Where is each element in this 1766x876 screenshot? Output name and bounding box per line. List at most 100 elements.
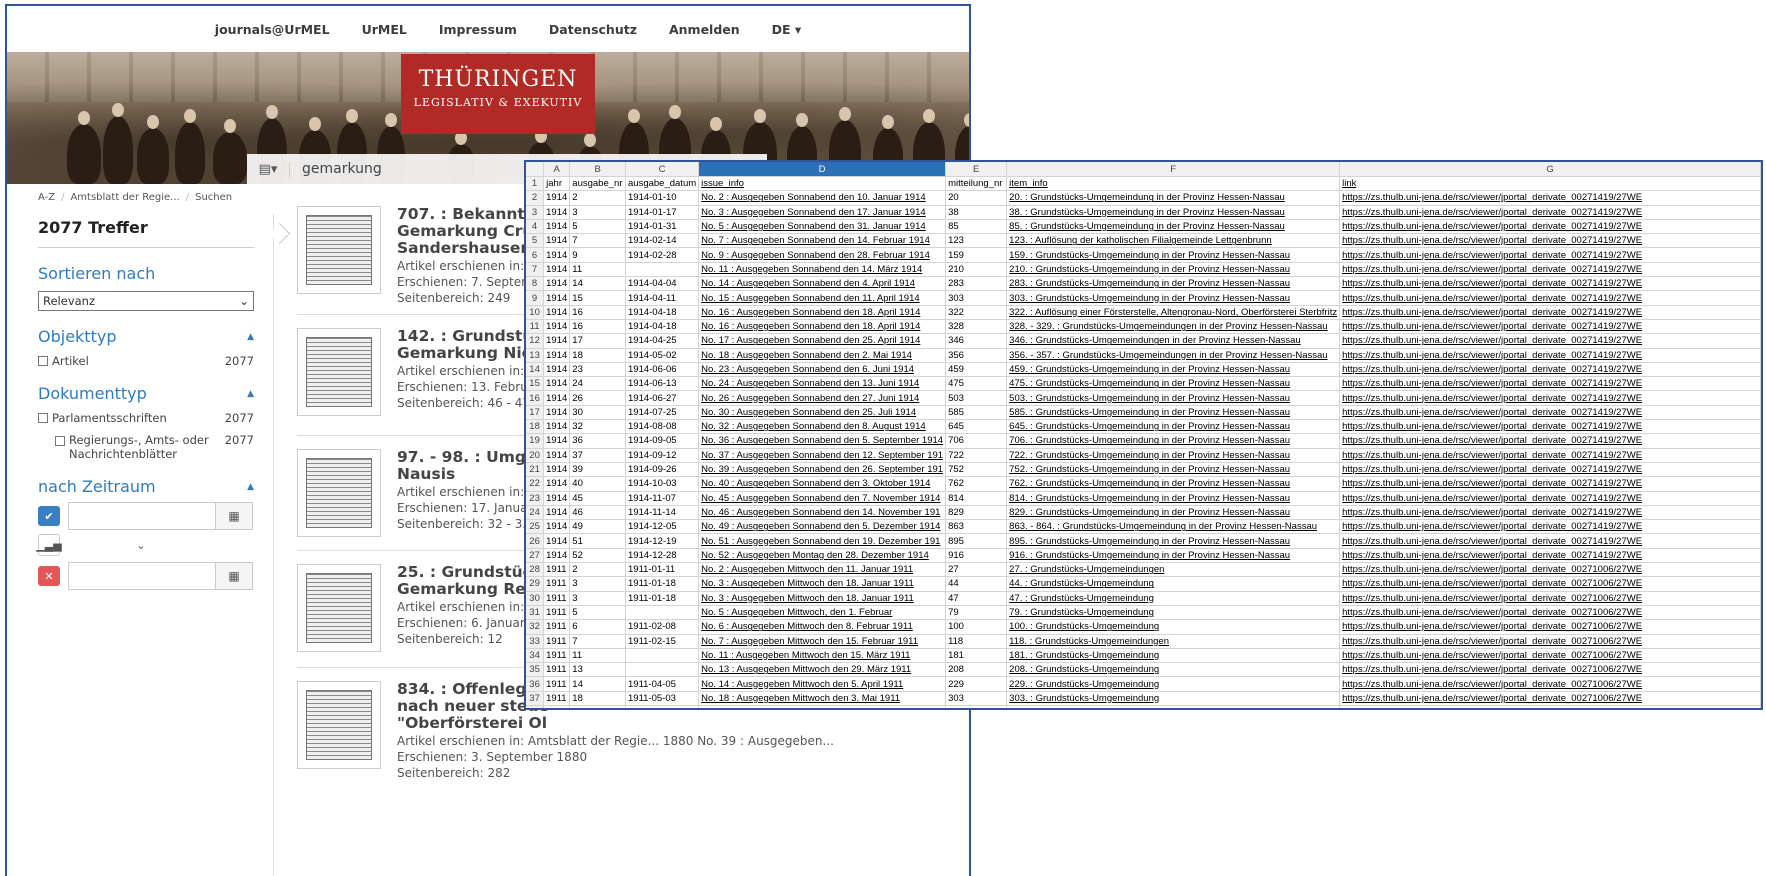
search-type-select[interactable]: ▤▾: [247, 161, 290, 177]
cell-a[interactable]: 1911: [543, 605, 571, 621]
cell-e[interactable]: 328: [945, 319, 1008, 335]
cell-e[interactable]: 20: [945, 190, 1008, 206]
row-header[interactable]: 25: [526, 519, 545, 535]
cell-f[interactable]: 895. : Grundstücks-Umgemeindung in der P…: [1006, 533, 1341, 549]
row-header[interactable]: 23: [526, 491, 545, 506]
facet-item-parlamentsschriften[interactable]: Parlamentsschriften 2077: [38, 411, 254, 425]
cell-d[interactable]: No. 11 : Ausgegeben Sonnabend den 14. Mä…: [698, 262, 947, 278]
cell-e[interactable]: 85: [945, 219, 1008, 235]
row-header[interactable]: 4: [526, 219, 545, 235]
cell-a[interactable]: 1914: [543, 491, 571, 506]
facet-dokumenttyp-title[interactable]: Dokumenttyp ▲: [38, 384, 254, 403]
apply-date-button[interactable]: ✔: [38, 506, 60, 526]
cell-e[interactable]: 706: [945, 433, 1008, 449]
cell-b[interactable]: 5: [569, 219, 626, 235]
cell-b[interactable]: 15: [569, 290, 626, 306]
collapse-icon[interactable]: ▲: [247, 389, 254, 399]
row-header[interactable]: 24: [526, 505, 545, 521]
cell-f[interactable]: 585. : Grundstücks-Umgemeindung in der P…: [1006, 405, 1341, 421]
cell-e[interactable]: 47: [945, 591, 1008, 606]
cell-b[interactable]: 52: [569, 548, 626, 564]
cell-e[interactable]: 762: [945, 476, 1008, 492]
sort-select[interactable]: Relevanz ⌄: [38, 291, 254, 311]
cell-f[interactable]: 645. : Grundstücks-Umgemeindung in der P…: [1006, 419, 1341, 435]
cell-f[interactable]: 208. : Grundstücks-Umgemeindung: [1006, 662, 1341, 678]
nav-item-anmelden[interactable]: Anmelden: [669, 22, 740, 37]
cell-f[interactable]: 475. : Grundstücks-Umgemeindung in der P…: [1006, 376, 1341, 392]
cell-e[interactable]: 459: [945, 362, 1008, 378]
cell-e[interactable]: 123: [945, 233, 1008, 249]
cell-c[interactable]: 1914-09-12: [625, 448, 700, 463]
row-header[interactable]: 26: [526, 533, 545, 549]
cell-c[interactable]: 1911-01-11: [625, 562, 700, 578]
cell-c[interactable]: [625, 605, 700, 621]
cell-b[interactable]: 7: [569, 634, 626, 649]
cell-c[interactable]: 1914-04-04: [625, 276, 700, 292]
cell-a[interactable]: 1914: [543, 476, 571, 492]
cell-g[interactable]: https://zs.thulb.uni-jena.de/rsc/viewer/…: [1339, 591, 1761, 606]
row-header[interactable]: 36: [526, 676, 545, 692]
cell-d[interactable]: No. 51 : Ausgegeben Sonnabend den 19. De…: [698, 533, 947, 549]
cell-g[interactable]: https://zs.thulb.uni-jena.de/rsc/viewer/…: [1339, 519, 1761, 535]
cell-g[interactable]: https://zs.thulb.uni-jena.de/rsc/viewer/…: [1339, 576, 1761, 592]
cell-g[interactable]: https://zs.thulb.uni-jena.de/rsc/viewer/…: [1339, 691, 1761, 706]
cell-a[interactable]: 1914: [543, 462, 571, 478]
cell-c[interactable]: ausgabe_datum: [625, 176, 700, 192]
row-header[interactable]: 22: [526, 476, 545, 492]
cell-f[interactable]: 503. : Grundstücks-Umgemeindung in der P…: [1006, 390, 1341, 406]
row-header[interactable]: 34: [526, 648, 545, 664]
cell-b[interactable]: 11: [569, 262, 626, 278]
cell-a[interactable]: 1914: [543, 390, 571, 406]
cell-b[interactable]: 16: [569, 305, 626, 320]
cell-c[interactable]: 1914-01-17: [625, 205, 700, 220]
cell-b[interactable]: 18: [569, 691, 626, 706]
row-header[interactable]: 6: [526, 247, 545, 263]
cell-b[interactable]: 3: [569, 576, 626, 592]
site-logo[interactable]: THÜRINGEN LEGISLATIV & EXEKUTIV: [401, 54, 595, 134]
select-all-corner[interactable]: [526, 162, 545, 177]
cell-d[interactable]: No. 15 : Ausgegeben Sonnabend den 11. Ap…: [698, 290, 947, 306]
cell-b[interactable]: 45: [569, 491, 626, 506]
checkbox[interactable]: [38, 356, 48, 366]
cell-a[interactable]: 1914: [543, 190, 571, 206]
cell-e[interactable]: 27: [945, 562, 1008, 578]
cell-e[interactable]: 475: [945, 376, 1008, 392]
cell-c[interactable]: 1914-08-08: [625, 419, 700, 435]
result-thumbnail[interactable]: [297, 449, 381, 537]
cell-a[interactable]: 1914: [543, 433, 571, 449]
cell-c[interactable]: 1914-09-26: [625, 462, 700, 478]
cell-b[interactable]: ausgabe_nr: [569, 176, 626, 192]
cell-b[interactable]: 37: [569, 448, 626, 463]
cell-f[interactable]: 762. : Grundstücks-Umgemeindung in der P…: [1006, 476, 1341, 492]
clear-date-button[interactable]: ✕: [38, 566, 60, 586]
cell-g[interactable]: https://zs.thulb.uni-jena.de/rsc/viewer/…: [1339, 505, 1761, 521]
cell-g[interactable]: https://zs.thulb.uni-jena.de/rsc/viewer/…: [1339, 562, 1761, 578]
date-to-input[interactable]: [68, 562, 216, 590]
cell-b[interactable]: 18: [569, 348, 626, 363]
cell-d[interactable]: No. 3 : Ausgegeben Sonnabend den 17. Jan…: [698, 205, 947, 220]
cell-d[interactable]: No. 32 : Ausgegeben Sonnabend den 8. Aug…: [698, 419, 947, 435]
cell-e[interactable]: 895: [945, 533, 1008, 549]
cell-c[interactable]: 1914-06-06: [625, 362, 700, 378]
cell-f[interactable]: 44. : Grundstücks-Umgemeindung: [1006, 576, 1341, 592]
cell-d[interactable]: No. 7 : Ausgegeben Sonnabend den 14. Feb…: [698, 233, 947, 249]
cell-d[interactable]: No. 16 : Ausgegeben Sonnabend den 18. Ap…: [698, 305, 947, 320]
cell-a[interactable]: 1911: [543, 691, 571, 706]
cell-f[interactable]: 85. : Grundstücks-Umgemeindung in der Pr…: [1006, 219, 1341, 235]
checkbox[interactable]: [55, 436, 65, 446]
cell-f[interactable]: 451. - 452. : Grundstücksumgemeindungen: [1006, 705, 1341, 708]
cell-a[interactable]: 1911: [543, 676, 571, 692]
cell-b[interactable]: 32: [569, 419, 626, 435]
cell-b[interactable]: 51: [569, 533, 626, 549]
cell-c[interactable]: 1911-05-03: [625, 691, 700, 706]
cell-g[interactable]: https://zs.thulb.uni-jena.de/rsc/viewer/…: [1339, 305, 1761, 320]
cell-g[interactable]: https://zs.thulb.uni-jena.de/rsc/viewer/…: [1339, 605, 1761, 621]
breadcrumb-item[interactable]: A-Z: [38, 192, 55, 203]
cell-e[interactable]: 645: [945, 419, 1008, 435]
cell-c[interactable]: 1914-01-31: [625, 219, 700, 235]
cell-c[interactable]: 1911-02-08: [625, 619, 700, 635]
cell-c[interactable]: 1911-02-15: [625, 634, 700, 649]
breadcrumb-item[interactable]: Suchen: [195, 192, 232, 203]
cell-d[interactable]: No. 26 : Ausgegeben Sonnabend den 27. Ju…: [698, 390, 947, 406]
cell-c[interactable]: 1914-02-14: [625, 233, 700, 249]
